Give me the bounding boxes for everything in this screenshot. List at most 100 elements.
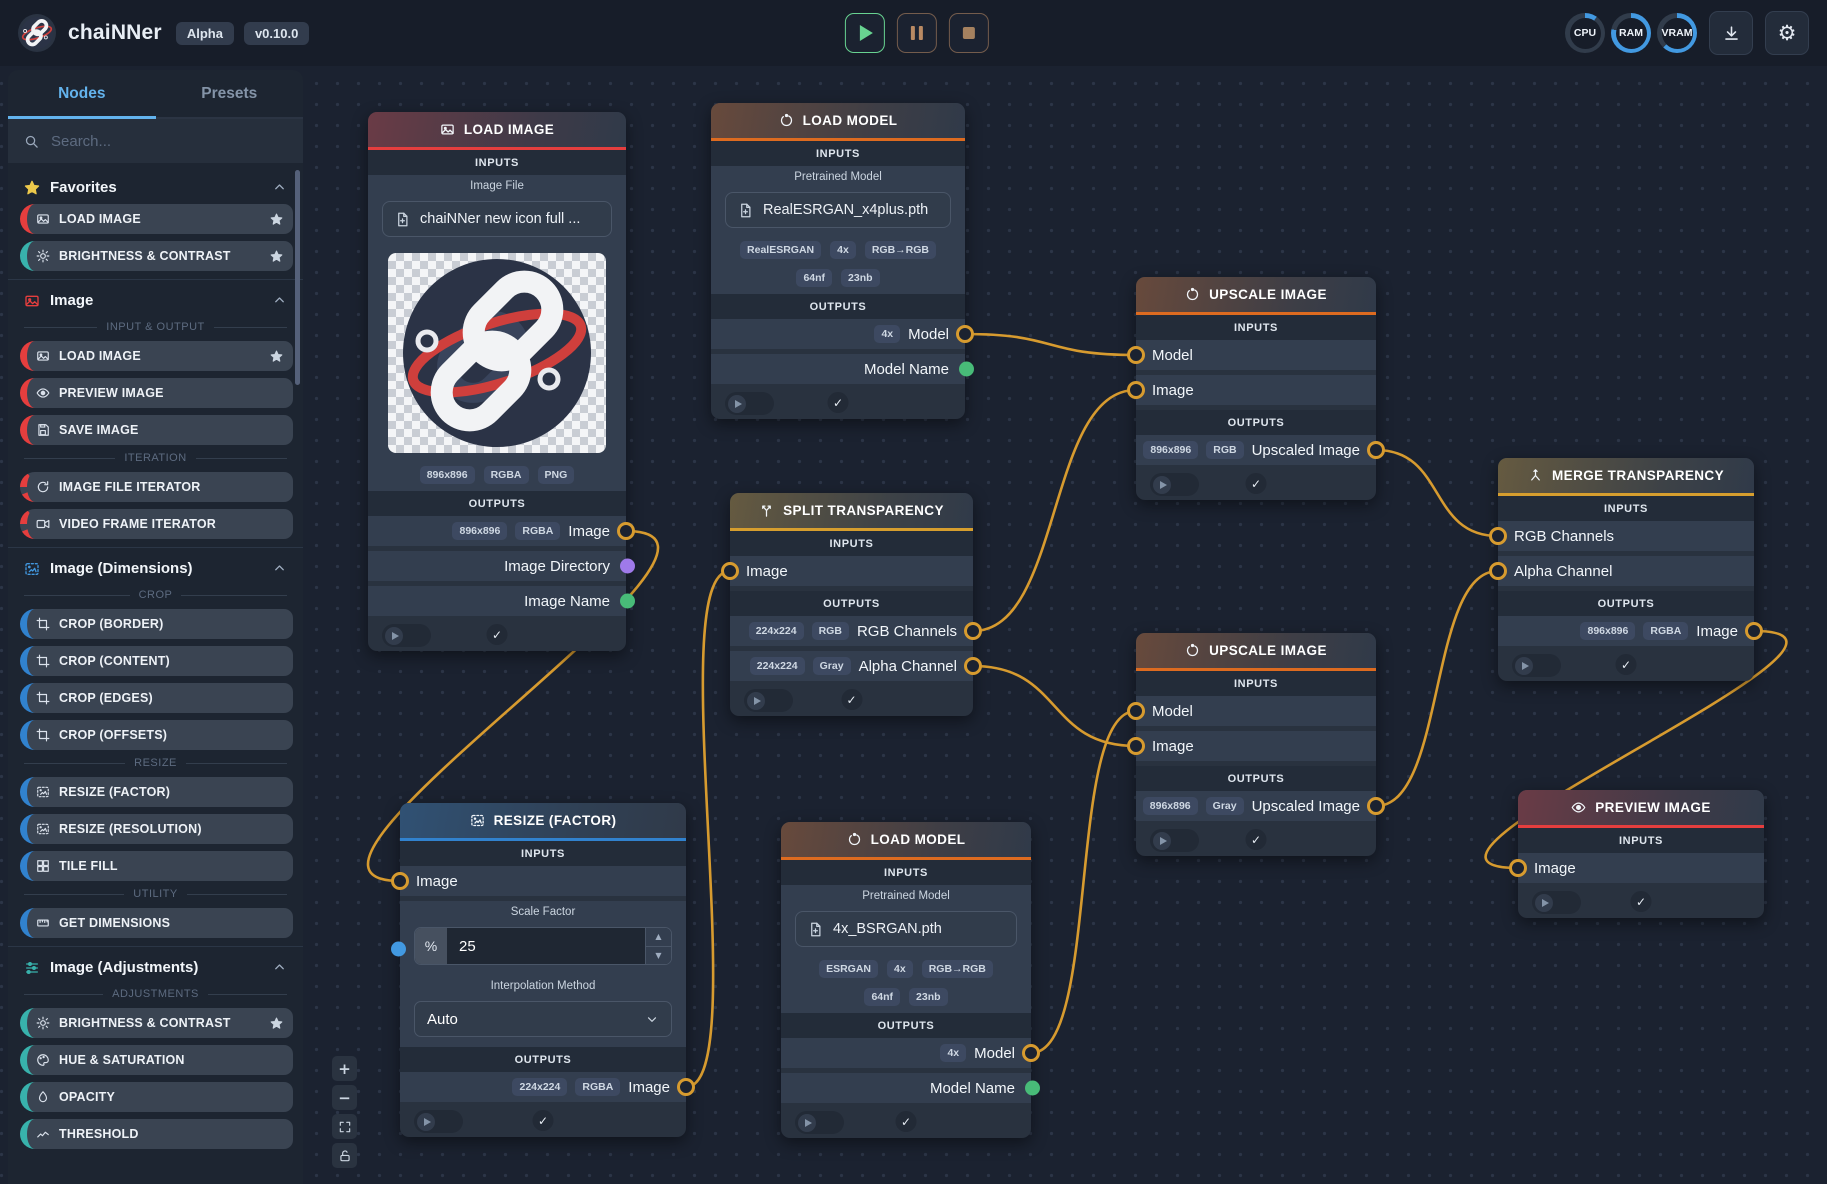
category-header[interactable]: Image (Dimensions) <box>8 552 303 585</box>
dropdown[interactable]: Auto <box>414 1001 672 1037</box>
sidebar-item-save-image[interactable]: SAVE IMAGE <box>20 415 293 445</box>
output-handle[interactable] <box>1745 622 1763 640</box>
sidebar-item-load-image[interactable]: LOAD IMAGE <box>20 341 293 371</box>
sidebar-item-load-image[interactable]: LOAD IMAGE <box>20 204 293 234</box>
node-resize-factor[interactable]: RESIZE (FACTOR)INPUTSImageScale Factor% … <box>400 803 686 1137</box>
sidebar-item-crop-content-[interactable]: CROP (CONTENT) <box>20 646 293 676</box>
output-handle[interactable] <box>620 559 635 574</box>
search-input[interactable] <box>49 132 287 151</box>
node-upscale-2[interactable]: UPSCALE IMAGEINPUTSModelImageOUTPUTS896x… <box>1136 633 1376 856</box>
node-toggle[interactable] <box>1512 654 1561 677</box>
step-down-icon[interactable]: ▼ <box>646 947 671 965</box>
output-handle[interactable] <box>1367 441 1385 459</box>
node-header[interactable]: LOAD MODEL <box>781 822 1031 860</box>
sidebar-item-preview-image[interactable]: PREVIEW IMAGE <box>20 378 293 408</box>
zoom-out-button[interactable]: − <box>332 1085 357 1110</box>
category-header[interactable]: Favorites <box>8 171 303 204</box>
file-input[interactable]: chaiNNer new icon full ... <box>382 201 612 237</box>
node-header[interactable]: UPSCALE IMAGE <box>1136 277 1376 315</box>
node-merge-transparency[interactable]: MERGE TRANSPARENCYINPUTSRGB ChannelsAlph… <box>1498 458 1754 681</box>
sidebar-item-opacity[interactable]: OPACITY <box>20 1082 293 1112</box>
input-handle[interactable] <box>391 872 409 890</box>
output-handle[interactable] <box>617 522 635 540</box>
node-toggle[interactable] <box>744 689 793 712</box>
sidebar-item-tile-fill[interactable]: TILE FILL <box>20 851 293 881</box>
lock-button[interactable] <box>332 1143 357 1168</box>
node-load-image[interactable]: LOAD IMAGEINPUTSImage FilechaiNNer new i… <box>368 112 626 651</box>
output-handle[interactable] <box>959 362 974 377</box>
tab-nodes[interactable]: Nodes <box>8 70 156 117</box>
node-load-model-2[interactable]: LOAD MODELINPUTSPretrained Model4x_BSRGA… <box>781 822 1031 1138</box>
number-value[interactable]: 25 <box>447 928 645 964</box>
node-load-model-1[interactable]: LOAD MODELINPUTSPretrained ModelRealESRG… <box>711 103 965 419</box>
output-handle[interactable] <box>1367 797 1385 815</box>
output-handle[interactable] <box>964 622 982 640</box>
node-header[interactable]: PREVIEW IMAGE <box>1518 790 1764 828</box>
node-toggle[interactable] <box>1150 473 1199 496</box>
output-handle[interactable] <box>1025 1081 1040 1096</box>
input-handle[interactable] <box>721 562 739 580</box>
input-handle[interactable] <box>1127 346 1145 364</box>
file-input[interactable]: RealESRGAN_x4plus.pth <box>725 192 951 228</box>
sidebar-item-video-frame-iterator[interactable]: VIDEO FRAME ITERATOR <box>20 509 293 539</box>
node-split-transparency[interactable]: SPLIT TRANSPARENCYINPUTSImageOUTPUTS224x… <box>730 493 973 716</box>
sidebar-item-crop-offsets-[interactable]: CROP (OFFSETS) <box>20 720 293 750</box>
sidebar-item-get-dimensions[interactable]: GET DIMENSIONS <box>20 908 293 938</box>
output-handle[interactable] <box>620 594 635 609</box>
fit-view-button[interactable] <box>332 1114 357 1139</box>
input-handle[interactable] <box>1489 562 1507 580</box>
download-button[interactable] <box>1709 11 1753 55</box>
node-toggle[interactable] <box>382 624 431 647</box>
output-handle[interactable] <box>1022 1044 1040 1062</box>
sidebar-item-threshold[interactable]: THRESHOLD <box>20 1119 293 1149</box>
input-handle[interactable] <box>1127 381 1145 399</box>
node-toggle[interactable] <box>414 1110 463 1133</box>
node-preview-image[interactable]: PREVIEW IMAGEINPUTSImage ✓ <box>1518 790 1764 918</box>
output-handle[interactable] <box>677 1078 695 1096</box>
file-input[interactable]: 4x_BSRGAN.pth <box>795 911 1017 947</box>
node-header[interactable]: MERGE TRANSPARENCY <box>1498 458 1754 496</box>
file-icon <box>395 212 410 227</box>
stepper[interactable]: ▲▼ <box>645 928 671 964</box>
node-header[interactable]: SPLIT TRANSPARENCY <box>730 493 973 531</box>
stop-button[interactable] <box>948 13 988 53</box>
run-button[interactable] <box>844 13 884 53</box>
sidebar-item-crop-edges-[interactable]: CROP (EDGES) <box>20 683 293 713</box>
node-toggle[interactable] <box>1150 829 1199 852</box>
input-handle[interactable] <box>1489 527 1507 545</box>
output-handle[interactable] <box>956 325 974 343</box>
node-header[interactable]: LOAD IMAGE <box>368 112 626 150</box>
step-up-icon[interactable]: ▲ <box>646 928 671 947</box>
pause-button[interactable] <box>896 13 936 53</box>
favorite-star-icon[interactable] <box>270 350 283 363</box>
sidebar-item-brightness-contrast[interactable]: BRIGHTNESS & CONTRAST <box>20 1008 293 1038</box>
node-toggle[interactable] <box>725 392 774 415</box>
sidebar-scrollbar[interactable] <box>295 170 300 385</box>
sidebar-item-resize-factor-[interactable]: RESIZE (FACTOR) <box>20 777 293 807</box>
input-handle[interactable] <box>1127 737 1145 755</box>
input-handle[interactable] <box>1127 702 1145 720</box>
sidebar-item-crop-border-[interactable]: CROP (BORDER) <box>20 609 293 639</box>
sidebar-item-brightness-contrast[interactable]: BRIGHTNESS & CONTRAST <box>20 241 293 271</box>
favorite-star-icon[interactable] <box>270 213 283 226</box>
tab-presets[interactable]: Presets <box>156 70 304 117</box>
sidebar-item-hue-saturation[interactable]: HUE & SATURATION <box>20 1045 293 1075</box>
category-header[interactable]: Image <box>8 284 303 317</box>
settings-button[interactable]: ⚙ <box>1765 11 1809 55</box>
node-toggle[interactable] <box>795 1111 844 1134</box>
number-input[interactable]: % 25 ▲▼ <box>414 927 672 965</box>
node-header[interactable]: UPSCALE IMAGE <box>1136 633 1376 671</box>
input-handle[interactable] <box>1509 859 1527 877</box>
node-upscale-1[interactable]: UPSCALE IMAGEINPUTSModelImageOUTPUTS896x… <box>1136 277 1376 500</box>
sidebar-item-resize-resolution-[interactable]: RESIZE (RESOLUTION) <box>20 814 293 844</box>
zoom-in-button[interactable]: + <box>332 1056 357 1081</box>
category-header[interactable]: Image (Adjustments) <box>8 951 303 984</box>
favorite-star-icon[interactable] <box>270 250 283 263</box>
favorite-star-icon[interactable] <box>270 1017 283 1030</box>
input-handle[interactable] <box>391 942 406 957</box>
sidebar-item-image-file-iterator[interactable]: IMAGE FILE ITERATOR <box>20 472 293 502</box>
node-header[interactable]: RESIZE (FACTOR) <box>400 803 686 841</box>
output-handle[interactable] <box>964 657 982 675</box>
node-header[interactable]: LOAD MODEL <box>711 103 965 141</box>
node-toggle[interactable] <box>1532 891 1581 914</box>
